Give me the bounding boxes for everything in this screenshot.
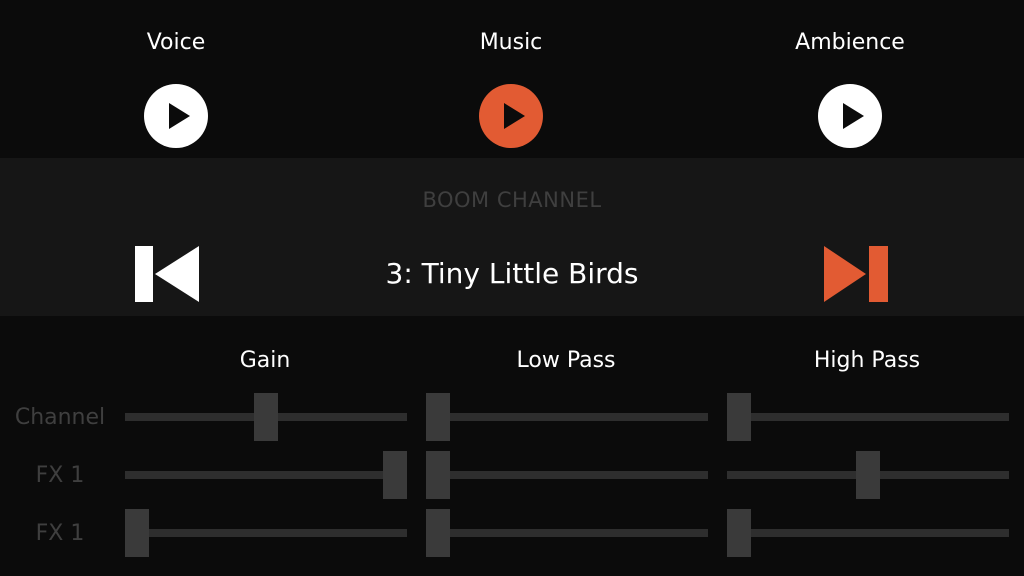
slider-track bbox=[426, 529, 708, 537]
slider-track bbox=[125, 529, 407, 537]
column-header-high-pass: High Pass bbox=[813, 348, 921, 373]
slider-track bbox=[426, 413, 708, 421]
row-label-fx1-second: FX 1 bbox=[35, 521, 85, 546]
slider-thumb[interactable] bbox=[856, 451, 880, 499]
slider-fx1-second-high-pass[interactable] bbox=[727, 509, 1009, 557]
slider-thumb[interactable] bbox=[426, 451, 450, 499]
column-header-gain: Gain bbox=[239, 348, 291, 373]
play-music-button[interactable] bbox=[479, 84, 543, 148]
category-music: Music bbox=[381, 0, 641, 158]
category-selector: Voice Music Ambience bbox=[0, 0, 1024, 158]
slider-thumb[interactable] bbox=[254, 393, 278, 441]
row-label-fx1: FX 1 bbox=[35, 463, 85, 488]
slider-channel-low-pass[interactable] bbox=[426, 393, 708, 441]
play-icon bbox=[479, 84, 543, 148]
slider-channel-gain[interactable] bbox=[125, 393, 407, 441]
column-header-low-pass: Low Pass bbox=[516, 348, 616, 373]
mixer-panel: Gain Low Pass High Pass Channel FX 1 FX … bbox=[0, 316, 1024, 576]
category-label: Music bbox=[479, 30, 543, 55]
slider-fx1-second-low-pass[interactable] bbox=[426, 509, 708, 557]
skip-next-icon bbox=[824, 246, 888, 302]
slider-track bbox=[727, 529, 1009, 537]
next-track-button[interactable] bbox=[824, 246, 888, 306]
row-label-channel: Channel bbox=[14, 405, 106, 430]
slider-track bbox=[727, 413, 1009, 421]
slider-fx1-low-pass[interactable] bbox=[426, 451, 708, 499]
slider-thumb[interactable] bbox=[727, 509, 751, 557]
play-voice-button[interactable] bbox=[144, 84, 208, 148]
category-voice: Voice bbox=[46, 0, 306, 158]
slider-channel-high-pass[interactable] bbox=[727, 393, 1009, 441]
slider-track bbox=[125, 471, 407, 479]
channel-title: BOOM CHANNEL bbox=[422, 188, 602, 212]
slider-thumb[interactable] bbox=[383, 451, 407, 499]
play-icon bbox=[144, 84, 208, 148]
slider-fx1-high-pass[interactable] bbox=[727, 451, 1009, 499]
slider-thumb[interactable] bbox=[727, 393, 751, 441]
channel-panel: BOOM CHANNEL 3: Tiny Little Birds bbox=[0, 158, 1024, 316]
slider-thumb[interactable] bbox=[125, 509, 149, 557]
play-icon bbox=[818, 84, 882, 148]
category-label: Ambience bbox=[795, 30, 905, 55]
slider-thumb[interactable] bbox=[426, 509, 450, 557]
play-ambience-button[interactable] bbox=[818, 84, 882, 148]
category-ambience: Ambience bbox=[720, 0, 980, 158]
slider-thumb[interactable] bbox=[426, 393, 450, 441]
slider-fx1-second-gain[interactable] bbox=[125, 509, 407, 557]
slider-fx1-gain[interactable] bbox=[125, 451, 407, 499]
category-label: Voice bbox=[146, 30, 206, 55]
slider-track bbox=[426, 471, 708, 479]
